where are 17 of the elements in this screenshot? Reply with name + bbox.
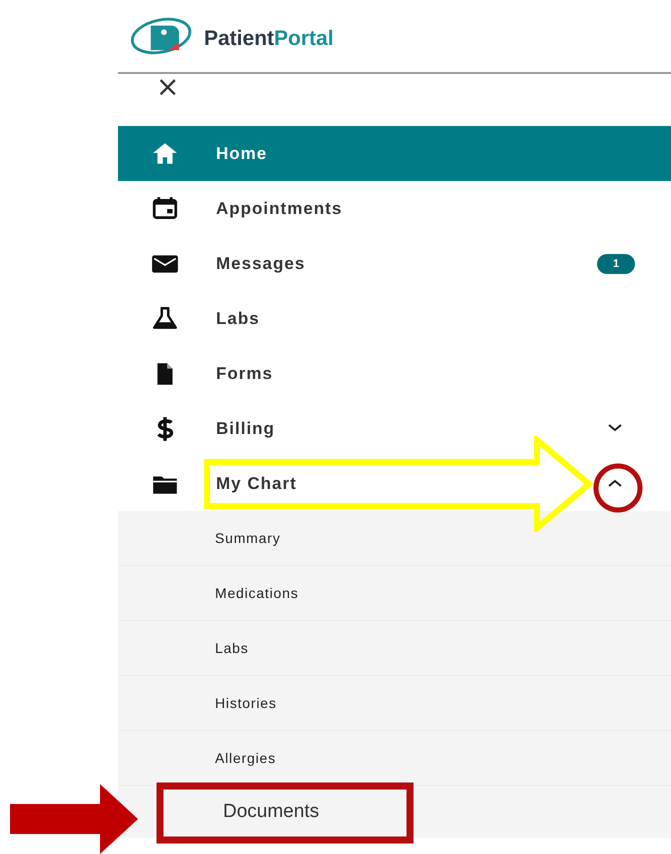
submenu-item[interactable]: Allergies [118, 731, 671, 786]
menu-item[interactable]: My Chart [118, 456, 671, 511]
count-badge: 1 [597, 254, 635, 274]
menu-item[interactable]: Messages 1 [118, 236, 671, 291]
submenu-item[interactable]: Documents [223, 801, 320, 822]
menu-item[interactable]: Billing [118, 401, 671, 456]
annotation-circle [592, 462, 644, 514]
menu-item[interactable]: Labs [118, 291, 671, 346]
submenu-item[interactable]: Summary [118, 511, 671, 566]
submenu-item[interactable]: Labs [118, 621, 671, 676]
brand-name: PatientPortal [204, 27, 334, 51]
menu-item[interactable]: Home [118, 126, 671, 181]
close-button[interactable]: × [156, 74, 180, 100]
submenu-item[interactable]: Medications [118, 566, 671, 621]
menu-item[interactable]: Forms [118, 346, 671, 401]
submenu-item[interactable]: Histories [118, 676, 671, 731]
menu-item[interactable]: Appointments [118, 181, 671, 236]
